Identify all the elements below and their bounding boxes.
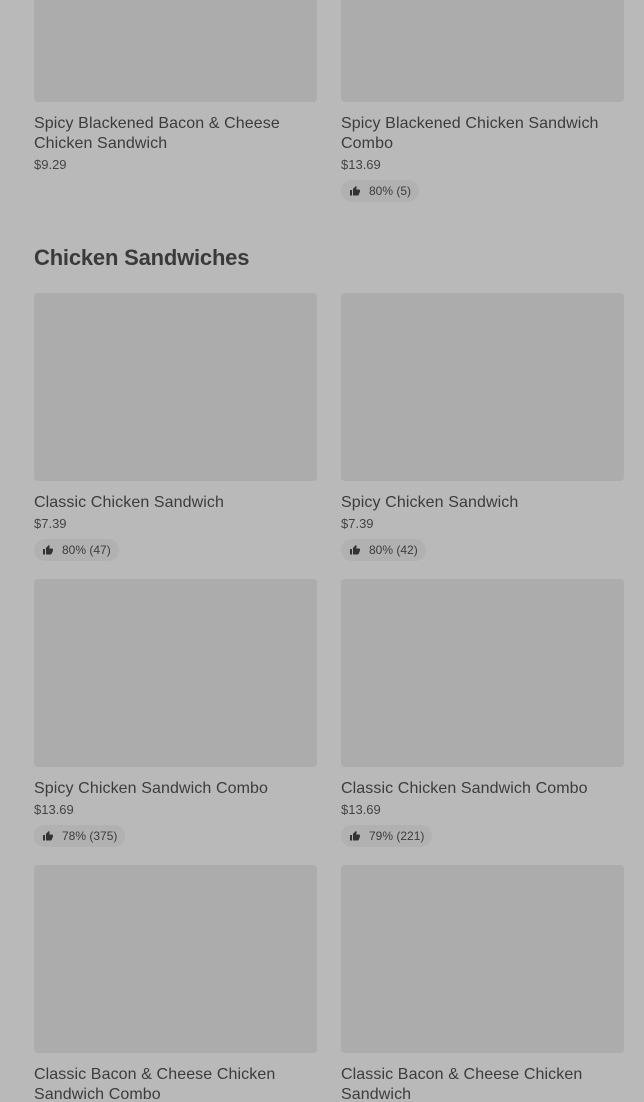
menu-page: Spicy Blackened Bacon & Cheese Chicken S… xyxy=(0,0,644,1102)
rating-text: 80% (42) xyxy=(369,543,418,557)
rating-badge: 79% (221) xyxy=(341,825,433,847)
item-image[interactable] xyxy=(34,0,317,102)
menu-item-card[interactable]: Spicy Blackened Bacon & Cheese Chicken S… xyxy=(34,0,317,174)
rating-badge: 80% (5) xyxy=(341,180,420,202)
item-name: Classic Bacon & Cheese Chicken Sandwich xyxy=(341,1066,583,1102)
rating-badge: 78% (375) xyxy=(34,825,126,847)
item-name: Spicy Chicken Sandwich xyxy=(341,494,519,511)
rating-text: 80% (5) xyxy=(369,184,412,198)
menu-item-card[interactable]: Classic Bacon & Cheese Chicken Sandwich … xyxy=(34,865,317,1102)
item-image[interactable] xyxy=(341,579,624,767)
item-name: Spicy Blackened Chicken Sandwich Combo xyxy=(341,115,599,152)
item-image[interactable] xyxy=(341,865,624,1053)
section-title: Chicken Sandwiches xyxy=(34,245,250,270)
rating-badge: 80% (47) xyxy=(34,539,119,561)
menu-item-card[interactable]: Spicy Chicken Sandwich Combo $13.69 78% … xyxy=(34,579,317,847)
rating-text: 79% (221) xyxy=(369,829,425,843)
item-name: Spicy Blackened Bacon & Cheese Chicken S… xyxy=(34,115,280,152)
menu-item-card[interactable]: Classic Chicken Sandwich $7.39 80% (47) xyxy=(34,293,317,561)
rating-badge: 80% (42) xyxy=(341,539,426,561)
rating-text: 78% (375) xyxy=(62,829,118,843)
item-price: $13.69 xyxy=(341,157,381,172)
item-price: $7.39 xyxy=(34,516,67,531)
item-name: Classic Chicken Sandwich xyxy=(34,494,225,511)
item-image[interactable] xyxy=(341,293,624,481)
thumbs-up-icon xyxy=(42,544,54,556)
menu-item-card[interactable]: Classic Chicken Sandwich Combo $13.69 79… xyxy=(341,579,624,847)
item-price: $13.69 xyxy=(34,802,74,817)
thumbs-up-icon xyxy=(349,544,361,556)
item-price: $13.69 xyxy=(341,802,381,817)
thumbs-up-icon xyxy=(349,830,361,842)
item-name: Spicy Chicken Sandwich Combo xyxy=(34,780,269,797)
item-price: $9.29 xyxy=(34,157,67,172)
item-name: Classic Chicken Sandwich Combo xyxy=(341,780,588,797)
menu-item-card[interactable]: Spicy Blackened Chicken Sandwich Combo $… xyxy=(341,0,624,202)
item-image[interactable] xyxy=(34,865,317,1053)
item-price: $7.39 xyxy=(341,516,374,531)
item-name: Classic Bacon & Cheese Chicken Sandwich … xyxy=(34,1066,276,1102)
item-image[interactable] xyxy=(34,579,317,767)
menu-item-card[interactable]: Spicy Chicken Sandwich $7.39 80% (42) xyxy=(341,293,624,561)
item-image[interactable] xyxy=(341,0,624,102)
thumbs-up-icon xyxy=(42,830,54,842)
rating-text: 80% (47) xyxy=(62,543,111,557)
menu-item-card[interactable]: Classic Bacon & Cheese Chicken Sandwich xyxy=(341,865,624,1102)
item-image[interactable] xyxy=(34,293,317,481)
thumbs-up-icon xyxy=(349,185,361,197)
